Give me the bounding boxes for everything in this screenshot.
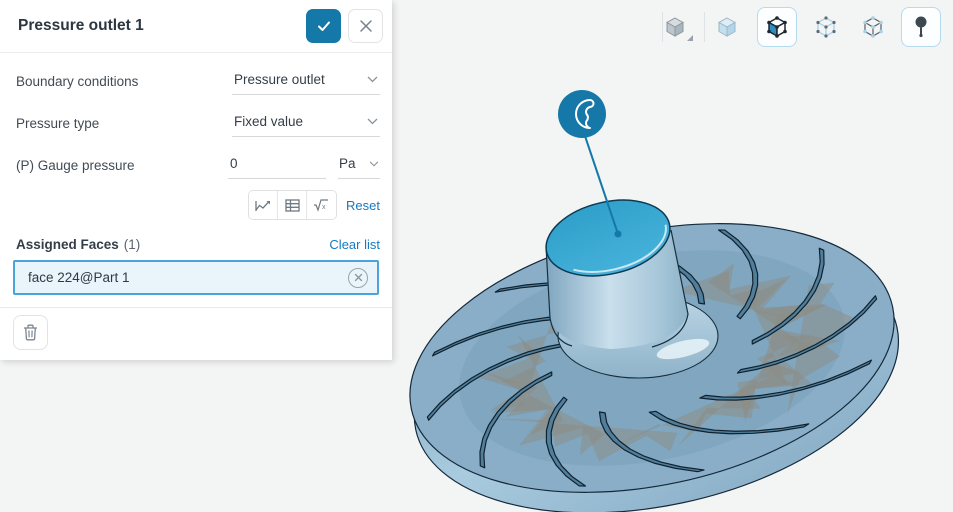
field-row-gauge-pressure: (P) Gauge pressure Pa [0, 151, 392, 179]
boundary-conditions-select[interactable]: Pressure outlet [232, 67, 380, 95]
field-row-boundary-conditions: Boundary conditions Pressure outlet [0, 67, 392, 95]
select-body-button[interactable] [709, 9, 745, 45]
panel-title: Pressure outlet 1 [18, 17, 306, 35]
cube-edge-select-icon [813, 14, 839, 40]
value-tools-row: x Reset [248, 190, 380, 220]
clear-list-link[interactable]: Clear list [329, 237, 380, 252]
line-chart-button[interactable] [249, 191, 278, 219]
remove-face-button[interactable] [348, 268, 368, 288]
reset-link[interactable]: Reset [346, 198, 380, 213]
assigned-faces-header: Assigned Faces (1) Clear list [0, 237, 392, 252]
trash-icon [23, 324, 38, 341]
panel-header: Pressure outlet 1 [0, 0, 392, 53]
close-icon [359, 19, 373, 33]
cube-solid-icon [662, 14, 688, 40]
probe-point-button[interactable] [901, 7, 941, 47]
check-icon [315, 17, 333, 35]
assigned-face-item[interactable]: face 224@Part 1 [13, 260, 379, 295]
probe-pin-icon [908, 14, 934, 40]
field-row-pressure-type: Pressure type Fixed value [0, 109, 392, 137]
select-value: Pressure outlet [234, 72, 325, 87]
panel-footer [0, 308, 392, 350]
gauge-pressure-input[interactable] [228, 151, 326, 179]
toolbar-separator [704, 12, 705, 42]
unit-value: Pa [339, 156, 356, 171]
field-label: Boundary conditions [16, 74, 232, 89]
value-input-mode-group: x [248, 190, 337, 220]
select-vertex-button[interactable] [855, 9, 891, 45]
formula-button[interactable]: x [307, 191, 336, 219]
chip-remove-icon [354, 273, 363, 282]
toolbar-dropdown-caret [687, 35, 693, 41]
table-icon [285, 199, 300, 212]
select-edge-button[interactable] [808, 9, 844, 45]
assigned-faces-label: Assigned Faces [16, 237, 119, 252]
boundary-condition-badge[interactable] [558, 90, 606, 138]
cube-ghost-icon [714, 14, 740, 40]
pressure-type-select[interactable]: Fixed value [232, 109, 380, 137]
chevron-down-icon [367, 76, 378, 83]
app-window: Pressure outlet 1 Boundary conditions Pr… [0, 0, 953, 512]
select-face-button[interactable] [757, 7, 797, 47]
select-value: Fixed value [234, 114, 303, 129]
cube-vertex-select-icon [860, 14, 886, 40]
assigned-faces-count: (1) [124, 237, 141, 252]
leader-anchor-dot [615, 231, 622, 238]
field-label: Pressure type [16, 116, 232, 131]
table-button[interactable] [278, 191, 307, 219]
chevron-down-icon [367, 118, 378, 125]
boundary-condition-panel: Pressure outlet 1 Boundary conditions Pr… [0, 0, 392, 360]
chevron-down-icon [369, 161, 379, 167]
formula-x-glyph: x [322, 204, 326, 211]
field-label: (P) Gauge pressure [16, 158, 228, 173]
close-button[interactable] [348, 9, 383, 43]
delete-button[interactable] [13, 315, 48, 350]
cube-face-select-icon [764, 14, 790, 40]
confirm-button[interactable] [306, 9, 341, 43]
assigned-face-name: face 224@Part 1 [28, 270, 348, 285]
line-chart-icon [255, 198, 272, 212]
formula-icon: x [313, 198, 330, 212]
unit-select[interactable]: Pa [338, 151, 380, 179]
